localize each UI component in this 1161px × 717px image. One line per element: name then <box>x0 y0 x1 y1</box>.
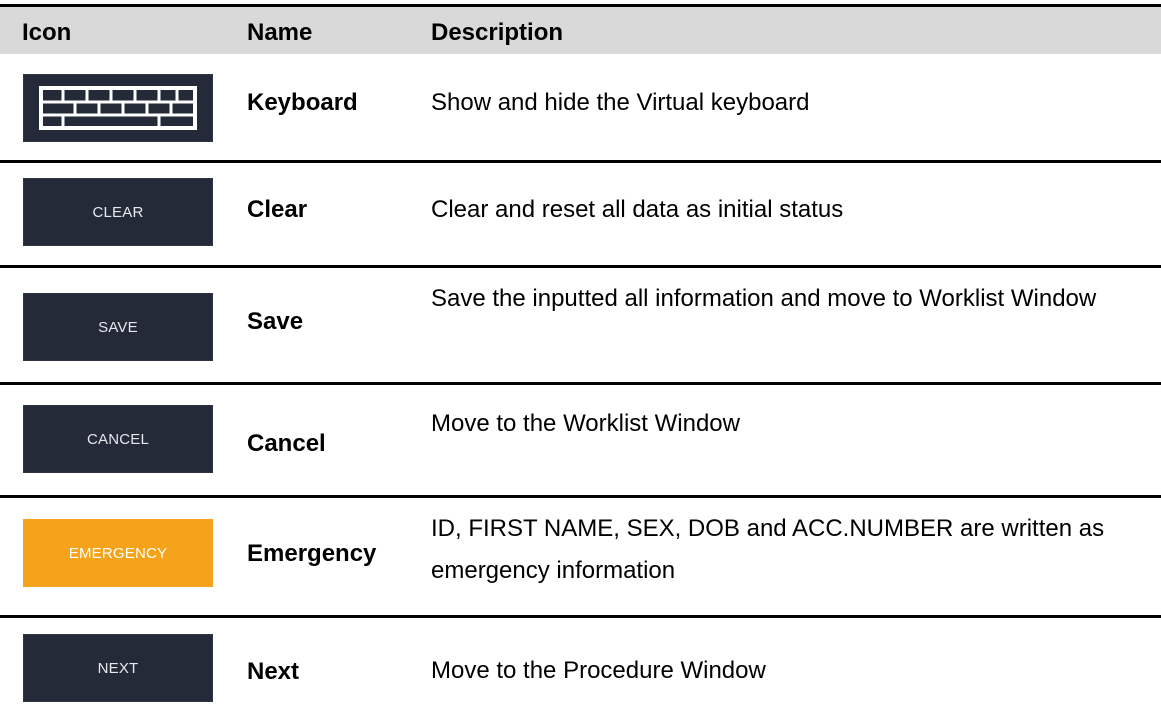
emergency-button-icon[interactable]: EMERGENCY <box>23 519 213 587</box>
save-button-icon[interactable]: SAVE <box>23 293 213 361</box>
keyboard-icon[interactable] <box>23 74 213 142</box>
table-row: NEXT Next Move to the Procedure Window <box>0 618 1161 717</box>
row-name: Emergency <box>247 540 377 567</box>
table-row: CANCEL Cancel Move to the Worklist Windo… <box>0 385 1161 495</box>
row-description: Move to the Worklist Window <box>431 410 740 437</box>
table-row: Keyboard Show and hide the Virtual keybo… <box>0 54 1161 161</box>
row-description: Show and hide the Virtual keyboard <box>431 89 810 116</box>
row-name: Keyboard <box>247 89 358 116</box>
row-description: Clear and reset all data as initial stat… <box>431 196 844 223</box>
row-name: Next <box>247 658 300 685</box>
row-name: Save <box>247 308 304 335</box>
row-description: ID, FIRST NAME, SEX, DOB and ACC.NUMBER … <box>431 515 1105 584</box>
row-description: Save the inputted all information and mo… <box>431 285 1097 312</box>
row-name: Clear <box>247 196 308 223</box>
clear-button-icon[interactable]: CLEAR <box>23 178 213 246</box>
table-row: CLEAR Clear Clear and reset all data as … <box>0 163 1161 265</box>
header-description: Description <box>431 19 564 46</box>
table-header: Icon Name Description <box>0 7 1161 54</box>
row-description: Move to the Procedure Window <box>431 657 766 684</box>
table-row: EMERGENCY Emergency ID, FIRST NAME, SEX,… <box>0 498 1161 615</box>
row-name: Cancel <box>247 430 326 457</box>
header-name: Name <box>247 19 313 46</box>
keyboard-glyph <box>39 86 197 130</box>
table-row: SAVE Save Save the inputted all informat… <box>0 268 1161 382</box>
cancel-button-icon[interactable]: CANCEL <box>23 405 213 473</box>
header-icon: Icon <box>22 19 72 46</box>
next-button-icon[interactable]: NEXT <box>23 634 213 702</box>
